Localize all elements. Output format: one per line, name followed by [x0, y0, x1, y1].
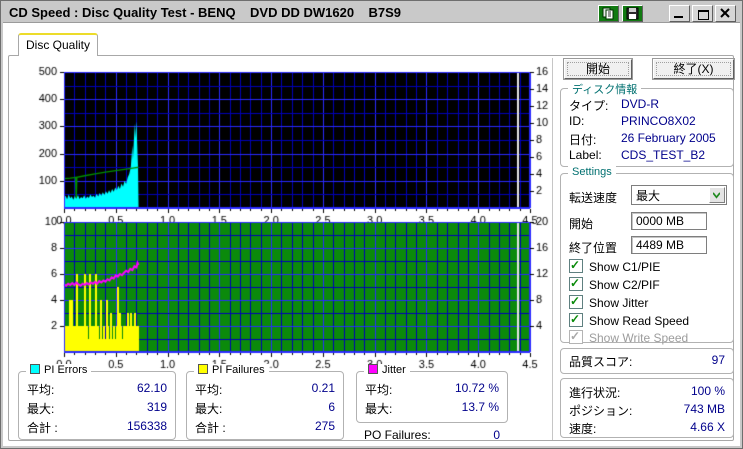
- disc-info-label: タイプ:: [569, 99, 609, 113]
- disc-info-box: ディスク情報 タイプ: DVD-R ID: PRINCO8X02 日付: 26 Feb…: [560, 81, 734, 167]
- po-failures-label: PO Failures:: [364, 428, 431, 442]
- stat-value: 10.72 %: [454, 381, 499, 395]
- speed-selected-value: 最大: [636, 189, 661, 203]
- pi-failures-swatch-icon: [198, 364, 208, 374]
- disc-info-label: 日付:: [569, 133, 597, 147]
- restore-button[interactable]: [692, 5, 713, 22]
- stat-label: 最大:: [365, 402, 393, 416]
- quality-score-label: 品質スコア:: [569, 355, 633, 369]
- save-button[interactable]: [622, 5, 643, 22]
- stat-label: 最大:: [27, 402, 55, 416]
- stat-value: 156338: [126, 419, 167, 433]
- stat-value: 6: [328, 400, 335, 414]
- start-button[interactable]: 開始: [564, 59, 632, 79]
- disc-info-value: 26 February 2005: [621, 131, 716, 145]
- pi-errors-stats-box: PI Errors 平均: 62.10 最大: 319 合計 : 156338: [18, 364, 176, 440]
- copy-icon: [602, 7, 614, 20]
- disc-info-value: CDS_TEST_B2: [621, 148, 706, 162]
- copy-to-clipboard-button[interactable]: [598, 5, 619, 22]
- po-failures-value: 0: [493, 428, 500, 442]
- checkbox-show-jitter[interactable]: Show Jitter: [569, 294, 648, 310]
- settings-title: Settings: [568, 166, 616, 178]
- po-failures-row: PO Failures: 0: [364, 428, 500, 442]
- checkbox-show-c1-pie[interactable]: Show C1/PIE: [569, 258, 660, 274]
- progress-value: 100 %: [690, 384, 725, 398]
- pi-errors-legend: PI Errors: [26, 364, 92, 376]
- checkbox-checked-icon: [569, 258, 583, 273]
- restore-icon: [698, 10, 709, 20]
- close-icon: [720, 8, 730, 18]
- speed-value: 4.66 X: [690, 420, 725, 434]
- exit-button[interactable]: 終了(X): [653, 59, 734, 79]
- pi-failures-stats-box: PI Failures 平均: 0.21 最大: 6 合計 : 275: [186, 364, 344, 440]
- start-pos-field[interactable]: 0000 MB: [631, 212, 707, 230]
- stat-value: 62.10: [136, 381, 167, 395]
- checkbox-checked-icon: [569, 312, 583, 327]
- disc-info-label: ID:: [569, 114, 585, 128]
- panel-separator: [552, 58, 553, 440]
- pi-errors-chart: [24, 66, 560, 228]
- disc-info-title: ディスク情報: [568, 81, 642, 97]
- jitter-legend: Jitter: [364, 364, 410, 376]
- minimize-icon: [674, 16, 683, 18]
- jitter-stats-box: Jitter 平均: 10.72 % 最大: 13.7 %: [356, 364, 508, 423]
- end-pos-label: 終了位置: [569, 241, 618, 255]
- end-pos-field[interactable]: 4489 MB: [631, 236, 707, 254]
- progress-box: 進行状況: 100 % ポジション: 743 MB 速度: 4.66 X: [560, 378, 734, 438]
- checkbox-show-write-speed: Show Write Speed: [569, 329, 688, 345]
- disc-info-value: PRINCO8X02: [621, 114, 696, 128]
- window-title: CD Speed : Disc Quality Test - BENQ DVD …: [9, 5, 402, 20]
- stat-value: 13.7 %: [461, 400, 499, 414]
- position-value: 743 MB: [683, 402, 725, 416]
- position-label: ポジション:: [569, 404, 633, 418]
- checkbox-checked-icon: [569, 294, 583, 309]
- jitter-swatch-icon: [368, 364, 378, 374]
- save-floppy-icon: [626, 7, 639, 20]
- checkbox-checked-disabled-icon: [569, 329, 583, 344]
- start-pos-label: 開始: [569, 217, 594, 231]
- disc-info-value: DVD-R: [621, 97, 659, 111]
- speed-value-label: 速度:: [569, 422, 597, 436]
- titlebar: CD Speed : Disc Quality Test - BENQ DVD …: [3, 3, 740, 23]
- stat-label: 平均:: [365, 383, 393, 397]
- checkbox-show-read-speed[interactable]: Show Read Speed: [569, 312, 689, 328]
- stat-value: 319: [146, 400, 167, 414]
- app-window: CD Speed : Disc Quality Test - BENQ DVD …: [0, 0, 743, 449]
- stat-value: 0.21: [311, 381, 335, 395]
- stat-label: 平均:: [27, 383, 55, 397]
- disc-info-label: Label:: [569, 148, 602, 162]
- checkbox-show-c2-pif[interactable]: Show C2/PIF: [569, 276, 660, 292]
- chevron-down-icon: [713, 192, 720, 199]
- stat-label: 合計 :: [195, 421, 226, 435]
- stat-label: 最大:: [195, 402, 223, 416]
- pi-errors-swatch-icon: [30, 364, 40, 374]
- stat-value: 275: [314, 419, 335, 433]
- pi-failures-legend: PI Failures: [194, 364, 269, 376]
- pi-failures-jitter-chart: [24, 216, 560, 374]
- quality-score-box: 品質スコア: 97: [560, 348, 734, 374]
- settings-box: Settings 転送速度 最大 開始 0000 MB 終了位置 4489 MB…: [560, 166, 734, 345]
- tab-disc-quality[interactable]: Disc Quality: [18, 33, 98, 56]
- quality-score-value: 97: [711, 353, 725, 367]
- combo-dropdown-button[interactable]: [709, 187, 725, 203]
- progress-label: 進行状況:: [569, 386, 621, 400]
- close-button[interactable]: [715, 5, 736, 22]
- tab-cover: [19, 54, 97, 56]
- stat-label: 平均:: [195, 383, 223, 397]
- speed-label: 転送速度: [569, 191, 618, 205]
- stat-label: 合計 :: [27, 421, 58, 435]
- minimize-button[interactable]: [669, 5, 690, 22]
- checkbox-checked-icon: [569, 276, 583, 291]
- speed-select[interactable]: 最大: [631, 185, 727, 205]
